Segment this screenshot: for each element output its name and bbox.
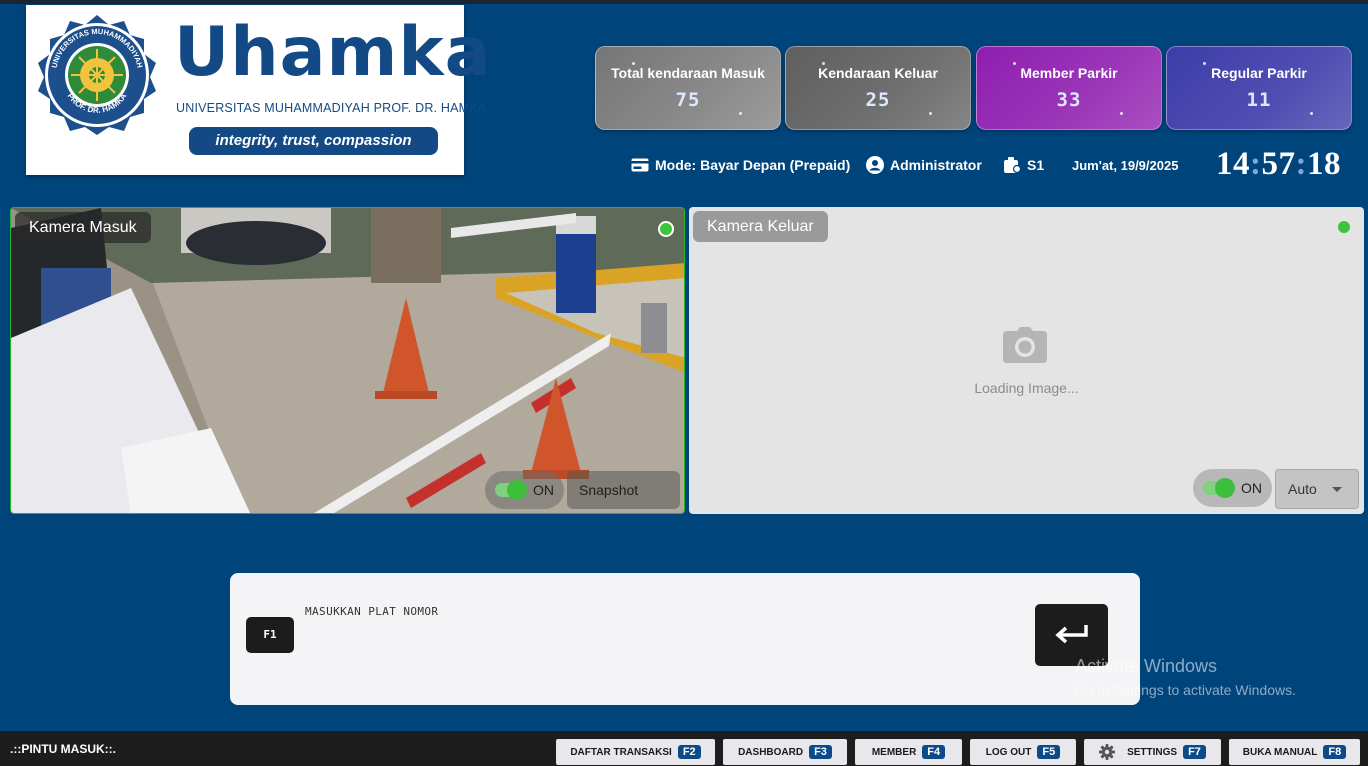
clock-hours: 14: [1216, 146, 1250, 182]
stat-value: 25: [865, 89, 891, 111]
credit-card-icon: [631, 158, 649, 172]
member-button[interactable]: MEMBER F4: [855, 739, 962, 765]
shortcut-key-badge: F5: [1037, 745, 1061, 759]
entry-camera-panel: Kamera Masuk ON Snapshot: [10, 207, 685, 514]
clock-separator: :: [1295, 146, 1307, 182]
brand-subtitle: UNIVERSITAS MUHAMMADIYAH PROF. DR. HAMKA: [176, 101, 487, 115]
clock-display: 14:57:18: [1216, 146, 1341, 183]
clock-seconds: 18: [1307, 146, 1341, 182]
toggle-label: ON: [533, 482, 554, 498]
button-label: LOG OUT: [985, 746, 1032, 758]
user-indicator: Administrator: [866, 155, 982, 175]
daftar-transaksi-button[interactable]: DAFTAR TRANSAKSI F2: [556, 739, 715, 765]
stat-card-member-parkir: Member Parkir 33: [976, 46, 1162, 130]
plate-number-input[interactable]: [305, 623, 1005, 663]
plate-input-panel: F1 MASUKKAN PLAT NOMOR: [230, 573, 1140, 705]
snapshot-button[interactable]: Snapshot: [567, 471, 680, 509]
buka-manual-button[interactable]: BUKA MANUAL F8: [1229, 739, 1360, 765]
station-badge-icon: [1004, 157, 1021, 174]
stat-card-total-masuk: Total kendaraan Masuk 75: [595, 46, 781, 130]
live-status-dot: [658, 221, 674, 237]
bottom-toolbar: .::PINTU MASUK::. DAFTAR TRANSAKSI F2 DA…: [0, 731, 1368, 766]
f1-shortcut-button[interactable]: F1: [246, 617, 294, 653]
camera-mode-select[interactable]: Auto: [1275, 469, 1359, 509]
date-display: Jum'at, 19/9/2025: [1072, 157, 1179, 173]
university-logo-card: UNIVERSITAS MUHAMMADIYAH PROF. DR. HAMKA…: [26, 5, 490, 175]
activation-watermark-subtitle: Go to Settings to activate Windows.: [1075, 682, 1296, 698]
shortcut-key-badge: F2: [677, 745, 701, 759]
exit-camera-toggle[interactable]: ON: [1193, 469, 1272, 507]
logout-button[interactable]: LOG OUT F5: [970, 739, 1076, 765]
toggle-switch[interactable]: [1203, 478, 1235, 498]
stat-card-kendaraan-keluar: Kendaraan Keluar 25: [785, 46, 971, 130]
settings-button[interactable]: SETTINGS F7: [1084, 739, 1221, 765]
mode-text: Mode: Bayar Depan (Prepaid): [655, 157, 851, 173]
camera-placeholder-icon: [1003, 327, 1047, 363]
shortcut-key-badge: F8: [1323, 745, 1347, 759]
exit-camera-panel: Kamera Keluar Loading Image... ON Auto: [689, 207, 1364, 514]
enter-arrow-icon: [1055, 625, 1088, 644]
user-circle-icon: [866, 156, 884, 174]
button-label: SETTINGS: [1127, 746, 1178, 758]
gear-icon: [1099, 744, 1116, 760]
shortcut-key-badge: F7: [1183, 745, 1206, 759]
stat-label: Total kendaraan Masuk: [611, 65, 765, 81]
clock-separator: :: [1250, 146, 1262, 182]
station-id: S1: [1027, 157, 1045, 173]
station-indicator: S1: [1003, 155, 1044, 175]
exit-camera-title: Kamera Keluar: [693, 211, 828, 242]
shortcut-key-badge: F3: [809, 745, 832, 759]
toggle-switch[interactable]: [495, 480, 527, 500]
entry-camera-feed: [11, 208, 684, 513]
button-label: DASHBOARD: [738, 746, 804, 758]
stat-label: Regular Parkir: [1211, 65, 1307, 81]
loading-text: Loading Image...: [974, 380, 1079, 396]
entry-camera-title: Kamera Masuk: [15, 212, 151, 243]
university-seal-icon: UNIVERSITAS MUHAMMADIYAH PROF. DR. HAMKA: [38, 15, 156, 135]
camera-mode-value: Auto: [1288, 481, 1317, 497]
plate-input-label: MASUKKAN PLAT NOMOR: [305, 605, 439, 618]
activation-watermark-title: Activate Windows: [1075, 656, 1218, 676]
brand-tagline: integrity, trust, compassion: [189, 127, 438, 155]
user-name: Administrator: [890, 157, 982, 173]
mode-indicator: Mode: Bayar Depan (Prepaid): [631, 155, 850, 175]
gate-label: .::PINTU MASUK::.: [10, 742, 116, 756]
button-label: DAFTAR TRANSAKSI: [570, 746, 672, 758]
stat-label: Kendaraan Keluar: [818, 65, 938, 81]
toggle-label: ON: [1241, 480, 1262, 496]
button-label: BUKA MANUAL: [1242, 746, 1318, 758]
clock-minutes: 57: [1261, 146, 1296, 182]
stat-label: Member Parkir: [1020, 65, 1118, 81]
entry-camera-toggle[interactable]: ON: [485, 471, 564, 509]
shortcut-key-badge: F4: [922, 745, 946, 759]
button-label: MEMBER: [871, 746, 917, 758]
chevron-down-icon: [1332, 487, 1342, 492]
stat-value: 75: [675, 89, 701, 111]
top-strip: [0, 0, 1368, 4]
stat-value: 33: [1056, 89, 1082, 111]
dashboard-button[interactable]: DASHBOARD F3: [723, 739, 847, 765]
stat-card-regular-parkir: Regular Parkir 11: [1166, 46, 1352, 130]
brand-name: Uhamka: [174, 13, 492, 92]
stat-value: 11: [1246, 89, 1272, 111]
live-status-dot: [1338, 221, 1350, 233]
